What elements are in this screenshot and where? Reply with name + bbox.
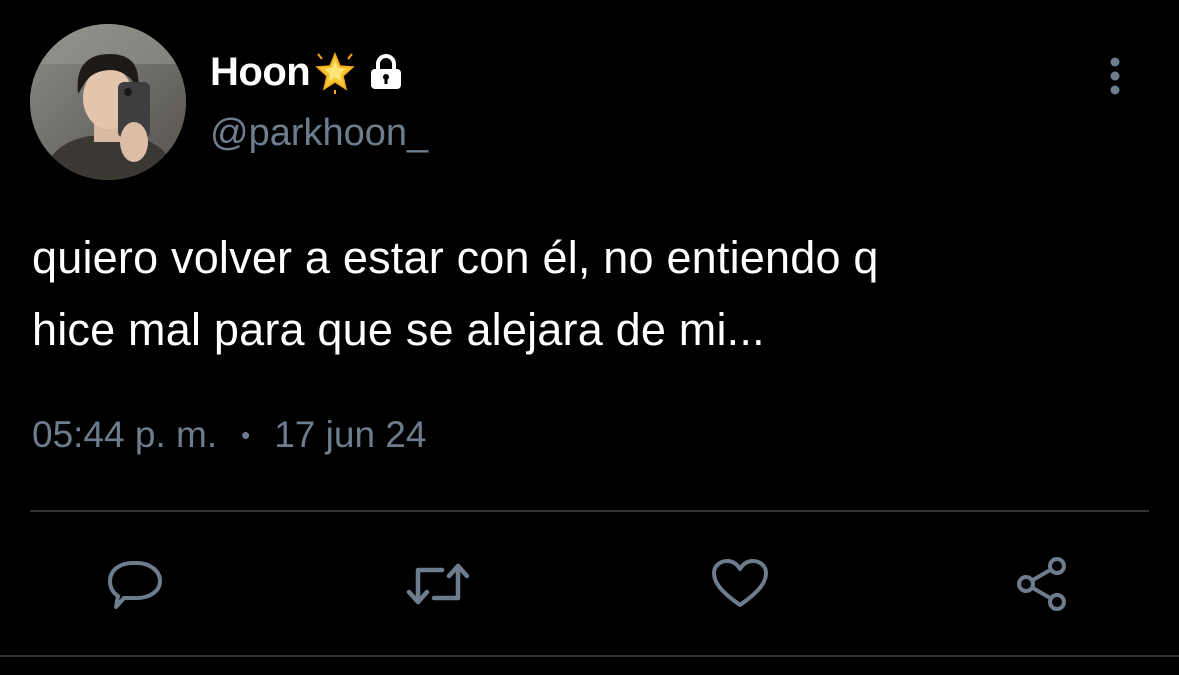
lock-icon xyxy=(369,54,403,90)
speech-bubble-icon xyxy=(108,561,162,609)
avatar[interactable] xyxy=(30,24,186,180)
share-button[interactable] xyxy=(1011,554,1075,614)
like-button[interactable] xyxy=(708,554,772,614)
user-handle[interactable]: @parkhoon_ xyxy=(210,112,428,155)
separator-dot: • xyxy=(241,419,251,450)
more-vertical-icon xyxy=(1110,57,1120,95)
tweet-text-line: quiero volver a estar con él, no entiend… xyxy=(32,232,879,283)
retweet-button[interactable] xyxy=(406,554,470,614)
action-bar xyxy=(0,554,1179,614)
reply-button[interactable] xyxy=(103,554,167,614)
glowing-star-icon xyxy=(313,50,357,94)
avatar-photo xyxy=(30,24,186,180)
tweet-text-line: hice mal para que se alejara de mi... xyxy=(32,304,765,355)
display-name[interactable]: Hoon xyxy=(210,50,311,95)
more-options-button[interactable] xyxy=(1098,54,1132,98)
tweet-detail: Hoon @parkhoon_ quiero volver a estar co… xyxy=(0,0,1179,675)
share-icon xyxy=(1017,557,1066,611)
retweet-icon xyxy=(406,563,470,605)
tweet-date[interactable]: 17 jun 24 xyxy=(274,414,426,456)
tweet-time[interactable]: 05:44 p. m. xyxy=(32,414,217,456)
tweet-text: quiero volver a estar con él, no entiend… xyxy=(32,222,1152,366)
timestamp-row: 05:44 p. m. • 17 jun 24 xyxy=(32,414,426,456)
divider xyxy=(30,510,1149,512)
display-name-row: Hoon xyxy=(210,44,403,100)
heart-icon xyxy=(712,559,768,607)
bottom-divider xyxy=(0,655,1179,657)
